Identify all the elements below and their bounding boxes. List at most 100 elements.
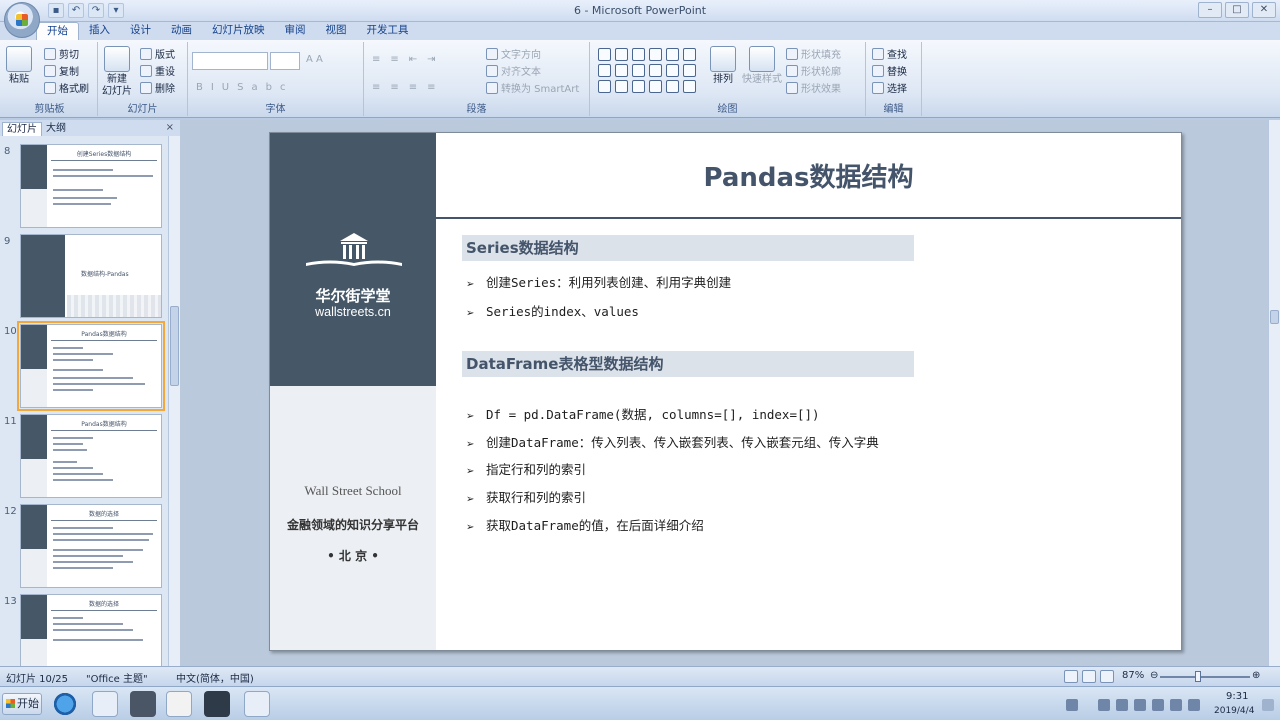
tray-icon[interactable]	[1066, 699, 1078, 711]
slide-position: 幻灯片 10/25	[6, 674, 68, 685]
tray-icon[interactable]	[1170, 699, 1182, 711]
list-buttons[interactable]: ≡≡⇤⇥	[372, 54, 446, 65]
tray-icon[interactable]	[1116, 699, 1128, 711]
format-painter-button[interactable]: 格式刷	[44, 80, 89, 95]
thumb-title: 数据结构-Pandas	[81, 271, 129, 278]
find-button[interactable]: 查找	[872, 46, 907, 61]
shapes-gallery[interactable]	[598, 48, 697, 93]
font-size-select[interactable]	[270, 52, 300, 70]
quick-styles-button[interactable]: 快速样式	[742, 46, 782, 86]
clock-date[interactable]: 2019/4/4	[1214, 706, 1254, 716]
font-style-buttons[interactable]: BIUSabc	[196, 82, 293, 93]
tab-slides-pane[interactable]: 幻灯片	[2, 122, 42, 136]
tab-animations[interactable]: 动画	[161, 22, 202, 40]
tab-outline-pane[interactable]: 大纲	[42, 122, 70, 136]
thumb-title: Pandas数据结构	[51, 329, 157, 341]
text-direction-button[interactable]: 文字方向	[486, 46, 541, 61]
paste-button[interactable]: 粘贴	[6, 46, 32, 86]
tab-home[interactable]: 开始	[36, 22, 79, 40]
slide-thumbnail-12[interactable]: 数据的选择	[20, 504, 162, 588]
volume-icon[interactable]	[1188, 699, 1200, 711]
clock-time[interactable]: 9:31	[1226, 691, 1248, 702]
replace-icon	[872, 64, 884, 77]
slide-thumbnail-11[interactable]: Pandas数据结构	[20, 414, 162, 498]
maximize-button[interactable]: □	[1225, 2, 1249, 18]
zoom-in-icon[interactable]: ⊕	[1252, 670, 1260, 681]
tab-review[interactable]: 审阅	[275, 22, 316, 40]
tab-slideshow[interactable]: 幻灯片放映	[202, 22, 275, 40]
tab-developer[interactable]: 开发工具	[357, 22, 419, 40]
office-button[interactable]	[4, 2, 40, 38]
thumb-title: Pandas数据结构	[51, 419, 157, 431]
layout-button[interactable]: 版式	[140, 46, 175, 61]
paragraph-label: 段落	[466, 104, 487, 115]
pane-tabs: 幻灯片 大纲 ×	[0, 120, 180, 136]
arrow-bullet-icon: ➢	[466, 466, 475, 477]
align-buttons[interactable]: ≡≡≡≡	[372, 82, 446, 93]
zoom-slider[interactable]	[1160, 676, 1250, 678]
bullet-item: ➢ 创建DataFrame：传入列表、传入嵌套列表、传入嵌套元组、传入字典	[466, 435, 879, 450]
slide-thumbnails-pane: 8 创建Series数据结构 9 数据结构-Pandas 10 Pandas数据…	[0, 136, 168, 666]
zoom-slider-handle[interactable]	[1195, 671, 1201, 682]
bullet-item: ➢ Df = pd.DataFrame(数据, columns=[], index…	[466, 407, 820, 422]
slide-title: Pandas数据结构	[703, 163, 914, 193]
arrange-icon	[710, 46, 736, 72]
powerpoint-task-icon[interactable]	[204, 691, 230, 717]
tab-insert[interactable]: 插入	[79, 22, 120, 40]
align-text-button[interactable]: 对齐文本	[486, 63, 541, 78]
shape-effects-button[interactable]: 形状效果	[786, 80, 841, 95]
tray-icon[interactable]	[1134, 699, 1146, 711]
network-icon[interactable]	[92, 691, 118, 717]
thumb-number: 9	[4, 236, 11, 247]
thumb-number: 13	[4, 596, 17, 607]
start-button[interactable]: 开始	[2, 693, 42, 715]
font-label: 字体	[265, 104, 286, 115]
slides-group: 新建 幻灯片 版式 重设 删除 幻灯片	[98, 42, 188, 116]
show-desktop-icon[interactable]	[1262, 699, 1274, 711]
delete-slide-button[interactable]: 删除	[140, 80, 175, 95]
select-button[interactable]: 选择	[872, 80, 907, 95]
editing-group: 查找 替换 选择 编辑	[866, 42, 922, 116]
new-slide-button[interactable]: 新建 幻灯片	[102, 46, 132, 98]
slide-thumbnail-8[interactable]: 创建Series数据结构	[20, 144, 162, 228]
recorder-icon[interactable]	[166, 691, 192, 717]
cut-button[interactable]: 剪切	[44, 46, 79, 61]
zoom-out-icon[interactable]: ⊖	[1150, 670, 1158, 681]
bluetooth-icon[interactable]	[1152, 699, 1164, 711]
font-name-select[interactable]	[192, 52, 268, 70]
replace-button[interactable]: 替换	[872, 63, 907, 78]
slideshow-view-icon[interactable]	[1100, 670, 1114, 683]
browser-icon[interactable]	[52, 691, 78, 717]
slides-label: 幻灯片	[127, 104, 158, 115]
current-slide[interactable]: 华尔街学堂 wallstreets.cn Wall Street School …	[269, 132, 1182, 651]
grow-font-button[interactable]: A A	[306, 54, 323, 65]
reset-icon	[140, 64, 152, 77]
school-city: • 北 京 •	[327, 549, 379, 563]
close-button[interactable]: ✕	[1252, 2, 1276, 18]
arrow-bullet-icon: ➢	[466, 494, 475, 505]
tab-design[interactable]: 设计	[120, 22, 161, 40]
binoculars-icon	[872, 47, 884, 60]
shape-outline-button[interactable]: 形状轮廓	[786, 63, 841, 78]
normal-view-icon[interactable]	[1064, 670, 1078, 683]
slide-thumbnail-13[interactable]: 数据的选择	[20, 594, 162, 666]
tray-icon[interactable]	[1098, 699, 1110, 711]
tab-view[interactable]: 视图	[316, 22, 357, 40]
new-slide-icon	[104, 46, 130, 72]
slide-thumbnail-9[interactable]: 数据结构-Pandas	[20, 234, 162, 318]
explorer-icon[interactable]	[244, 691, 270, 717]
copy-button[interactable]: 复制	[44, 63, 79, 78]
slide-thumbnail-10[interactable]: Pandas数据结构	[17, 321, 165, 411]
reset-button[interactable]: 重设	[140, 63, 175, 78]
shape-fill-button[interactable]: 形状填充	[786, 46, 841, 61]
smartart-button[interactable]: 转换为 SmartArt	[486, 80, 579, 95]
app-icon[interactable]	[130, 691, 156, 717]
zoom-level[interactable]: 87%	[1122, 670, 1144, 681]
slide-scrollbar[interactable]	[1268, 120, 1280, 666]
slide-sorter-icon[interactable]	[1082, 670, 1096, 683]
thumbnails-scrollbar[interactable]	[168, 136, 180, 666]
minimize-button[interactable]: –	[1198, 2, 1222, 18]
close-pane-icon[interactable]: ×	[166, 122, 174, 133]
arrange-button[interactable]: 排列	[710, 46, 736, 86]
text-direction-icon	[486, 47, 498, 60]
